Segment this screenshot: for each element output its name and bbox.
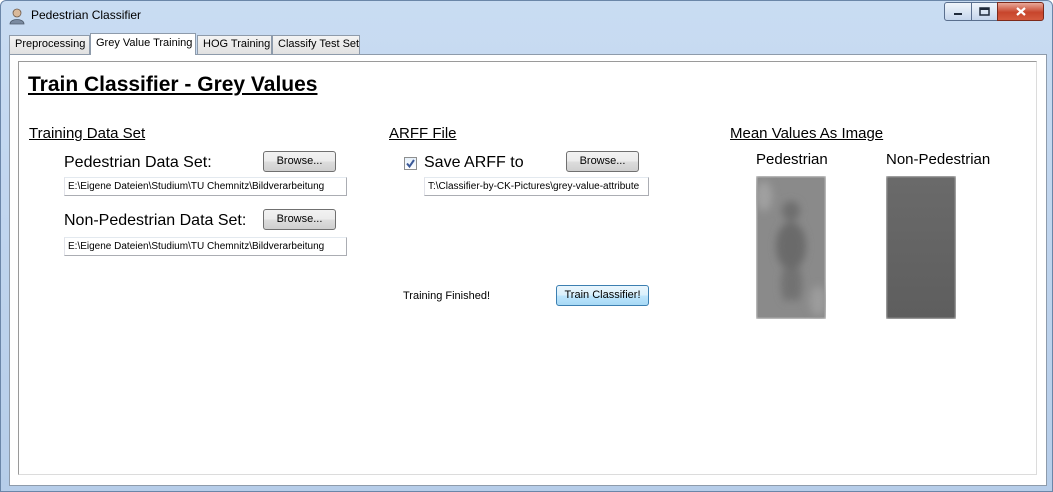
close-icon [1015, 7, 1026, 16]
user-icon [9, 8, 25, 25]
mean-values-heading: Mean Values As Image [730, 125, 884, 142]
tab-hog-training[interactable]: HOG Training [197, 35, 272, 54]
tab-preprocessing[interactable]: Preprocessing [9, 35, 90, 54]
training-status-text: Training Finished! [403, 290, 491, 302]
pedestrian-mean-image [756, 176, 826, 319]
title-bar: Pedestrian Classifier [1, 1, 1052, 31]
train-classifier-button[interactable]: Train Classifier! [556, 285, 649, 306]
nonpedestrian-mean-image [886, 176, 956, 319]
minimize-icon [954, 12, 962, 15]
tab-grey-value-training[interactable]: Grey Value Training [90, 33, 196, 55]
pedestrian-path-field[interactable]: E:\Eigene Dateien\Studium\TU Chemnitz\Bi… [64, 177, 347, 196]
nonpedestrian-mean-label: Non-Pedestrian [886, 151, 991, 168]
training-data-heading: Training Data Set [29, 125, 146, 142]
minimize-button[interactable] [944, 2, 972, 21]
browse-arff-button[interactable]: Browse... [566, 151, 639, 172]
checkmark-icon [406, 159, 415, 169]
save-arff-checkbox[interactable] [404, 157, 417, 170]
tab-classify-test-set[interactable]: Classify Test Set [272, 35, 360, 54]
tab-content: Train Classifier - Grey Values Training … [9, 54, 1047, 486]
maximize-button[interactable] [971, 2, 998, 21]
browse-pedestrian-button[interactable]: Browse... [263, 151, 336, 172]
nonpedestrian-data-label: Non-Pedestrian Data Set: [64, 212, 247, 229]
pedestrian-mean-label: Pedestrian [756, 151, 828, 168]
page-title: Train Classifier - Grey Values [28, 73, 318, 96]
nonpedestrian-path-field[interactable]: E:\Eigene Dateien\Studium\TU Chemnitz\Bi… [64, 237, 347, 256]
pedestrian-data-label: Pedestrian Data Set: [64, 154, 212, 171]
save-arff-label: Save ARFF to [424, 154, 524, 171]
arff-path-field[interactable]: T:\Classifier-by-CK-Pictures\grey-value-… [424, 177, 649, 196]
window-title: Pedestrian Classifier [31, 8, 142, 22]
training-panel: Train Classifier - Grey Values Training … [18, 61, 1037, 475]
maximize-icon [979, 7, 990, 16]
close-button[interactable] [997, 2, 1044, 21]
browse-nonpedestrian-button[interactable]: Browse... [263, 209, 336, 230]
app-window: Pedestrian Classifier Preprocessing Grey… [0, 0, 1053, 492]
arff-file-heading: ARFF File [389, 125, 457, 142]
